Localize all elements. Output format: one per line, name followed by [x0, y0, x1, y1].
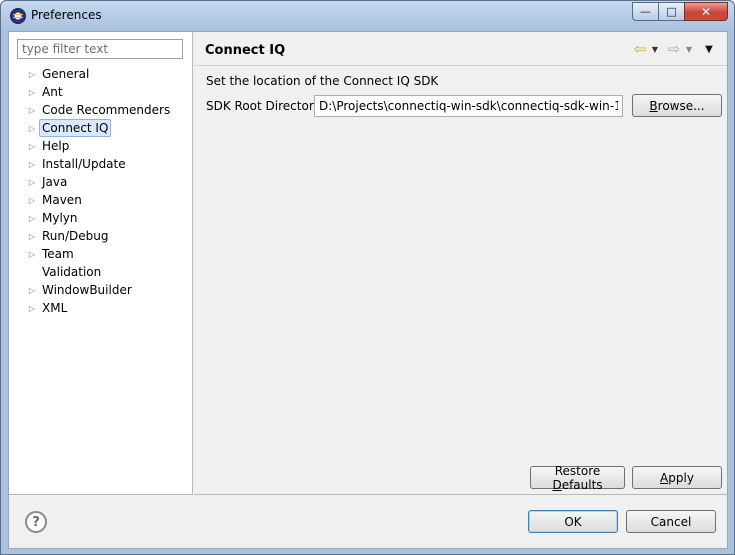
dialog-client-area: ▷General▷Ant▷Code Recommenders▷Connect I…	[8, 31, 728, 549]
tree-item-label: Java	[42, 175, 68, 189]
window-title: Preferences	[31, 8, 102, 22]
tree-item[interactable]: Validation	[25, 263, 104, 281]
close-button[interactable]: ✕	[684, 2, 728, 21]
tree-item-label: Install/Update	[42, 157, 126, 171]
preferences-window: Preferences — □ ✕ ▷General▷Ant▷Code Reco…	[0, 0, 735, 555]
tree-item-label: Team	[42, 247, 74, 261]
page-description: Set the location of the Connect IQ SDK	[206, 74, 439, 88]
tree-item[interactable]: ▷ Install/Update	[25, 155, 129, 173]
forward-dropdown-icon[interactable]: ▼	[683, 45, 695, 54]
filter-input[interactable]	[17, 39, 183, 59]
forward-arrow-icon[interactable]: ⇨	[665, 40, 683, 58]
preference-tree-panel: ▷General▷Ant▷Code Recommenders▷Connect I…	[9, 32, 193, 495]
tree-item-label: Maven	[42, 193, 82, 207]
tree-item-label: Connect IQ	[39, 119, 112, 137]
ok-button[interactable]: OK	[528, 510, 618, 533]
sdk-root-label: SDK Root Directory	[206, 99, 321, 113]
window-controls: — □ ✕	[632, 2, 728, 21]
page-header: Connect IQ ⇦ ▼ ⇨ ▼ ▼	[194, 32, 727, 65]
tree-item[interactable]: ▷ Help	[25, 137, 72, 155]
tree-item[interactable]: ▷ WindowBuilder	[25, 281, 135, 299]
expand-triangle-icon[interactable]: ▷	[25, 245, 39, 263]
button-label: Browse...	[649, 98, 705, 113]
back-dropdown-icon[interactable]: ▼	[649, 45, 661, 54]
cancel-button[interactable]: Cancel	[626, 510, 716, 533]
page-title: Connect IQ	[205, 43, 286, 58]
expand-triangle-icon[interactable]: ▷	[25, 281, 39, 299]
expand-triangle-icon[interactable]: ▷	[25, 65, 39, 83]
tree-item[interactable]: ▷ Run/Debug	[25, 227, 112, 245]
tree-item-label: Ant	[42, 85, 63, 99]
tree-item[interactable]: ▷ Code Recommenders	[25, 101, 173, 119]
page-navigation: ⇦ ▼ ⇨ ▼ ▼	[631, 40, 717, 58]
expand-triangle-icon[interactable]: ▷	[25, 173, 39, 191]
tree-item[interactable]: ▷ Mylyn	[25, 209, 81, 227]
expand-triangle-icon[interactable]: ▷	[25, 83, 39, 101]
tree-item-label: Mylyn	[42, 211, 78, 225]
maximize-button[interactable]: □	[658, 2, 684, 21]
preference-page: Connect IQ ⇦ ▼ ⇨ ▼ ▼ Set the location of…	[194, 32, 727, 495]
expand-triangle-icon[interactable]: ▷	[25, 101, 39, 119]
minimize-button[interactable]: —	[632, 2, 658, 21]
tree-item-label: Help	[42, 139, 70, 153]
browse-button[interactable]: Browse...	[632, 94, 722, 117]
tree-item-label: Validation	[42, 265, 102, 279]
tree-item[interactable]: ▷ Connect IQ	[25, 119, 112, 137]
sdk-root-input[interactable]	[314, 95, 623, 117]
title-bar[interactable]: Preferences — □ ✕	[1, 1, 734, 31]
tree-item[interactable]: ▷ General	[25, 65, 92, 83]
tree-item-label: Code Recommenders	[42, 103, 171, 117]
help-icon[interactable]: ?	[25, 511, 47, 533]
tree-item-label: Run/Debug	[42, 229, 109, 243]
tree-item[interactable]: ▷ Maven	[25, 191, 85, 209]
tree-item-label: XML	[42, 301, 68, 315]
view-menu-icon[interactable]: ▼	[701, 44, 717, 55]
expand-triangle-icon[interactable]: ▷	[25, 227, 39, 245]
tree-item-label: General	[42, 67, 90, 81]
header-separator	[194, 65, 727, 66]
tree-item[interactable]: ▷ Ant	[25, 83, 66, 101]
apply-button[interactable]: Apply	[632, 466, 722, 489]
expand-triangle-icon[interactable]: ▷	[25, 299, 39, 317]
eclipse-app-icon	[10, 8, 26, 24]
tree-item[interactable]: ▷ Team	[25, 245, 77, 263]
back-arrow-icon[interactable]: ⇦	[631, 40, 649, 58]
tree-item[interactable]: ▷ Java	[25, 173, 70, 191]
expand-triangle-icon[interactable]: ▷	[25, 137, 39, 155]
expand-triangle-icon[interactable]: ▷	[25, 191, 39, 209]
button-label: Apply	[660, 470, 694, 485]
button-label: Restore Defaults	[552, 463, 603, 492]
expand-triangle-icon[interactable]: ▷	[25, 155, 39, 173]
tree-item[interactable]: ▷ XML	[25, 299, 70, 317]
tree-item-label: WindowBuilder	[42, 283, 132, 297]
expand-triangle-icon[interactable]: ▷	[25, 119, 39, 137]
expand-triangle-icon[interactable]: ▷	[25, 209, 39, 227]
restore-defaults-button[interactable]: Restore Defaults	[530, 463, 625, 492]
